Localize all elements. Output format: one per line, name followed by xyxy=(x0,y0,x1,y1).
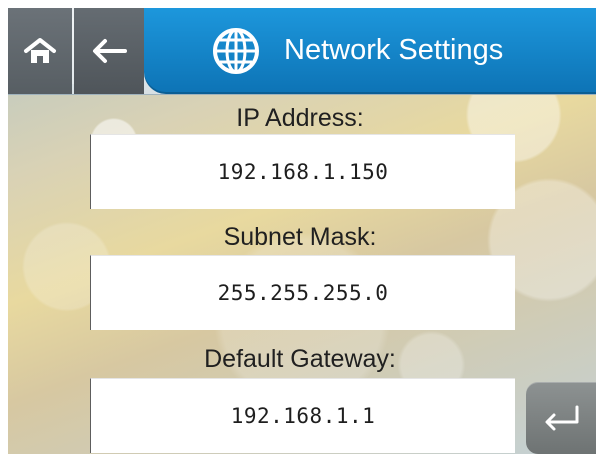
home-icon xyxy=(23,37,57,65)
subnet-mask-field[interactable]: 255.255.255.0 xyxy=(90,255,515,330)
page-title: Network Settings xyxy=(284,34,504,66)
subnet-mask-label: Subnet Mask: xyxy=(223,223,377,251)
back-button[interactable] xyxy=(74,8,144,94)
top-navigation-bar: Network Settings xyxy=(8,8,596,95)
default-gateway-field[interactable]: 192.168.1.1 xyxy=(90,378,515,453)
globe-icon xyxy=(211,26,261,76)
home-button[interactable] xyxy=(8,8,72,94)
ip-address-label: IP Address: xyxy=(236,104,364,132)
enter-button[interactable] xyxy=(526,382,596,454)
page-title-tab: Network Settings xyxy=(144,8,596,94)
default-gateway-label: Default Gateway: xyxy=(204,345,396,373)
network-settings-screen: Network Settings IP Address: 192.168.1.1… xyxy=(8,8,596,454)
back-arrow-icon xyxy=(89,36,129,66)
enter-icon xyxy=(540,404,582,432)
ip-address-field[interactable]: 192.168.1.150 xyxy=(90,134,515,209)
